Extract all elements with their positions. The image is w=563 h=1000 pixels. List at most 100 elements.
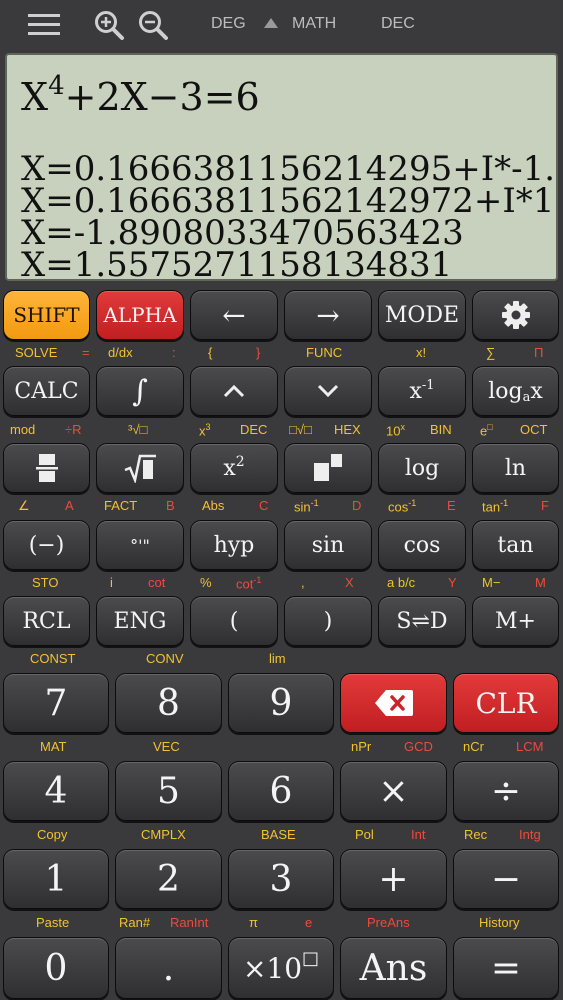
delete-button[interactable]	[340, 673, 447, 733]
label-preans: PreAns	[367, 915, 410, 930]
ans-button[interactable]: Ans	[340, 937, 447, 999]
label-sum: ∑	[486, 345, 496, 360]
settings-button[interactable]	[472, 290, 559, 340]
label-copy: Copy	[37, 827, 68, 842]
square-button[interactable]: x2	[190, 443, 278, 493]
cursor-right-button[interactable]: →	[284, 290, 372, 340]
digit-3-button[interactable]: 3	[228, 849, 334, 909]
display-screen[interactable]: X4+2X−3=6 X=0.1666381156214295+I*-1.74 X…	[5, 53, 558, 281]
label-cube-root: ³√□	[128, 422, 148, 437]
label-mixed-fraction: a b/c	[387, 575, 416, 590]
cursor-down-button[interactable]	[284, 366, 372, 416]
up-arrow-indicator-icon	[264, 18, 278, 28]
zoom-out-icon[interactable]	[137, 9, 169, 41]
log-button[interactable]: log	[378, 443, 466, 493]
label-rbrace: }	[256, 345, 261, 360]
cursor-left-button[interactable]: ←	[190, 290, 278, 340]
square-root-button[interactable]	[96, 443, 184, 493]
digit-2-button[interactable]: 2	[115, 849, 222, 909]
digit-6-button[interactable]: 6	[228, 761, 334, 821]
degrees-minutes-seconds-button[interactable]: °'"	[96, 520, 184, 570]
zoom-in-icon[interactable]	[93, 9, 125, 41]
label-var-y: Y	[448, 575, 457, 590]
label-lbrace: {	[208, 345, 213, 360]
label-colon: :	[172, 345, 176, 360]
power-icon	[314, 454, 342, 481]
dec-indicator: DEC	[381, 15, 415, 32]
minus-button[interactable]: −	[453, 849, 559, 909]
divide-button[interactable]: ÷	[453, 761, 559, 821]
digit-4-button[interactable]: 4	[3, 761, 109, 821]
label-hex: HEX	[334, 422, 361, 437]
digit-5-button[interactable]: 5	[115, 761, 222, 821]
open-paren-button[interactable]: (	[190, 596, 278, 646]
hyp-button[interactable]: hyp	[190, 520, 278, 570]
rcl-button[interactable]: RCL	[3, 596, 90, 646]
label-mod: mod	[10, 422, 36, 437]
cursor-up-button[interactable]	[190, 366, 278, 416]
digit-1-button[interactable]: 1	[3, 849, 109, 909]
label-equals: =	[82, 345, 90, 360]
fraction-button[interactable]	[3, 443, 90, 493]
label-abs: Abs	[202, 498, 225, 513]
label-product: Π	[534, 345, 544, 360]
calc-button[interactable]: CALC	[3, 366, 90, 416]
alpha-button[interactable]: ALPHA	[96, 290, 184, 340]
tan-button[interactable]: tan	[472, 520, 559, 570]
cos-button[interactable]: cos	[378, 520, 466, 570]
log-base-a-button[interactable]: log a x	[472, 366, 559, 416]
plus-button[interactable]: +	[340, 849, 447, 909]
digit-8-button[interactable]: 8	[115, 673, 222, 733]
s-to-d-button[interactable]: S⇌D	[378, 596, 466, 646]
label-ncr: nCr	[463, 739, 484, 754]
label-vec: VEC	[153, 739, 180, 754]
label-arcsin: sin-1	[294, 498, 319, 515]
label-rec: Rec	[464, 827, 488, 842]
label-bin: BIN	[430, 422, 452, 437]
label-sto: STO	[32, 575, 59, 590]
digit-9-button[interactable]: 9	[228, 673, 334, 733]
label-pol: Pol	[355, 827, 374, 842]
label-gcd: GCD	[404, 739, 433, 754]
reciprocal-button[interactable]: x -1	[378, 366, 466, 416]
label-var-a: A	[65, 498, 74, 513]
ln-button[interactable]: ln	[472, 443, 559, 493]
label-mat: MAT	[40, 739, 67, 754]
label-var-c: C	[259, 498, 269, 513]
negative-button[interactable]: (−)	[3, 520, 90, 570]
mode-button[interactable]: MODE	[378, 290, 466, 340]
memory-plus-button[interactable]: M+	[472, 596, 559, 646]
integral-button[interactable]: ∫	[96, 366, 184, 416]
label-nth-root: □√□	[289, 422, 312, 437]
sin-button[interactable]: sin	[284, 520, 372, 570]
label-history: History	[479, 915, 520, 930]
power-button[interactable]	[284, 443, 372, 493]
decimal-point-button[interactable]: .	[115, 937, 222, 999]
chevron-up-icon	[223, 384, 245, 398]
menu-icon[interactable]	[28, 13, 60, 35]
label-angle: ∠	[18, 498, 30, 513]
top-bar: DEG MATH DEC	[0, 0, 563, 50]
label-paste: Paste	[36, 915, 70, 930]
close-paren-button[interactable]: )	[284, 596, 372, 646]
digit-0-button[interactable]: 0	[3, 937, 109, 999]
fraction-icon	[35, 454, 58, 482]
times-ten-power-button[interactable]: ×10 □	[228, 937, 334, 999]
backspace-icon	[374, 690, 413, 716]
label-div-remainder: ÷R	[65, 422, 82, 437]
label-conv: CONV	[146, 651, 184, 666]
deg-indicator: DEG	[211, 15, 246, 32]
label-int: Int	[411, 827, 426, 842]
multiply-button[interactable]: ×	[340, 761, 447, 821]
label-imaginary: i	[110, 575, 113, 590]
equals-button[interactable]: =	[453, 937, 559, 999]
digit-7-button[interactable]: 7	[3, 673, 109, 733]
label-random: Ran#	[119, 915, 151, 930]
label-var-e: E	[447, 498, 456, 513]
eng-button[interactable]: ENG	[96, 596, 184, 646]
label-arctan: tan-1	[482, 498, 509, 515]
shift-button[interactable]: SHIFT	[3, 290, 90, 340]
label-exp: e□	[480, 422, 493, 439]
label-intg: Intg	[519, 827, 541, 842]
clear-button[interactable]: CLR	[453, 673, 559, 733]
